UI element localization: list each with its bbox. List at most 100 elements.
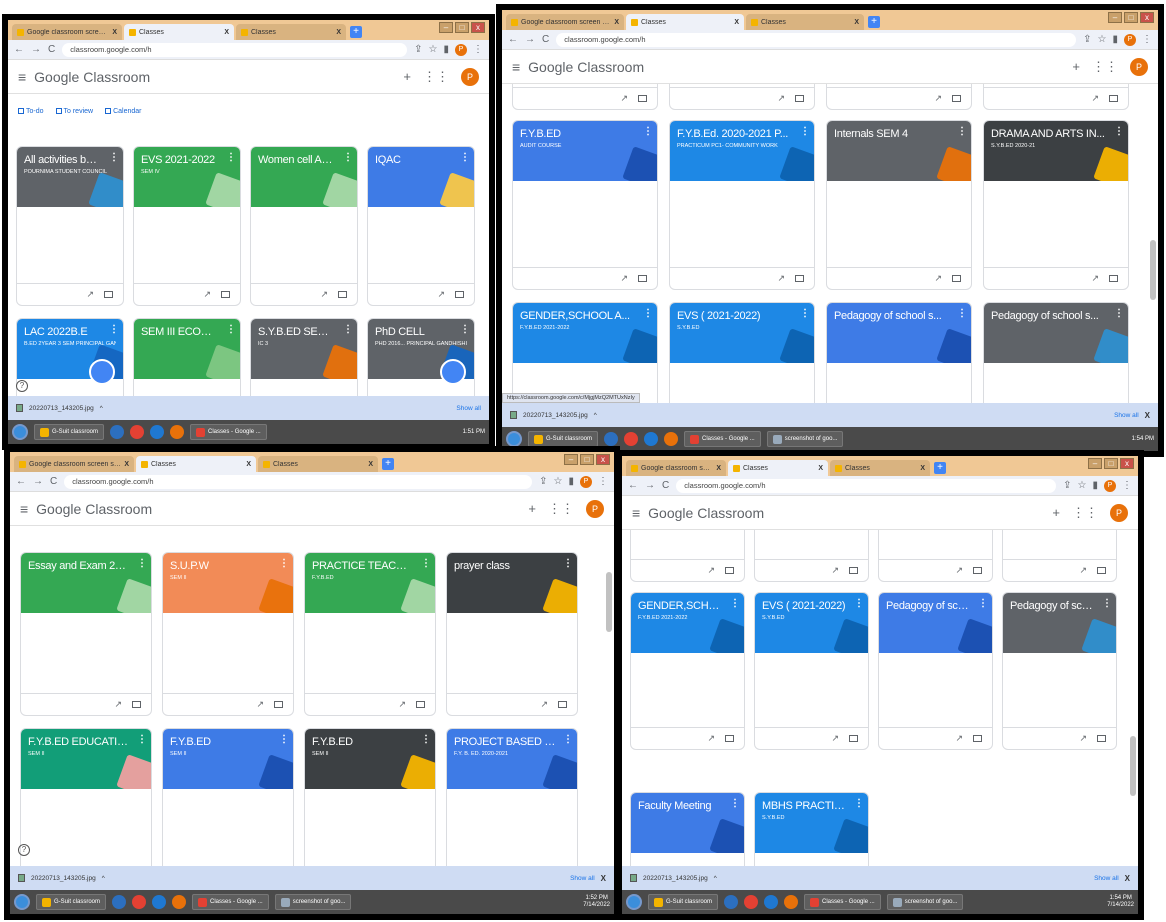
class-card[interactable]: Pedagogy of school s...⋮ ↗ [878, 592, 993, 750]
trend-icon[interactable]: ↗ [955, 733, 963, 744]
trend-icon[interactable]: ↗ [707, 733, 715, 744]
class-card-header[interactable]: EVS ( 2021-2022) S.Y.B.ED ⋮ [670, 303, 814, 363]
apps-grid-icon[interactable]: ⋮⋮ [423, 69, 449, 85]
class-card[interactable]: Essay and Exam 2021... ⋮ ↗ [20, 552, 152, 716]
more-options-icon[interactable]: ⋮ [460, 324, 470, 335]
class-card[interactable]: GENDER,SCHOOL A...F.Y.B.ED 2021-2022⋮ ↗ [630, 592, 745, 750]
more-options-icon[interactable]: ⋮ [957, 126, 967, 137]
tab-classes-2[interactable]: Classes X [258, 456, 378, 472]
taskbar-screenshot-window[interactable]: screenshot of goo... [274, 894, 352, 910]
class-title[interactable]: GENDER,SCHOOL A... [520, 310, 650, 322]
tab-close-icon[interactable]: X [716, 465, 721, 472]
folder-icon[interactable] [558, 701, 567, 708]
class-title[interactable]: F.Y.B.ED [312, 736, 428, 748]
folder-icon[interactable] [638, 95, 647, 102]
vertical-scrollbar[interactable] [1130, 736, 1136, 796]
class-card[interactable]: F.Y.B.ED EDUCATION...SEM II⋮↗ [20, 728, 152, 866]
chrome-icon[interactable] [130, 425, 145, 439]
folder-icon[interactable] [973, 567, 982, 574]
folder-icon[interactable] [455, 291, 464, 298]
class-card-header[interactable]: Pedagogy of school s... ⋮ [1003, 593, 1116, 653]
folder-icon[interactable] [1109, 275, 1118, 282]
trend-icon[interactable]: ↗ [437, 289, 445, 300]
more-options-icon[interactable]: ⋮ [730, 598, 740, 609]
show-all-link[interactable]: Show all [456, 405, 481, 412]
ie-icon[interactable] [150, 425, 165, 439]
class-card-header[interactable]: F.Y.B.ED EDUCATION... SEM II ⋮ [21, 729, 151, 789]
download-filename[interactable]: 20220713_143205.jpg [523, 412, 588, 419]
account-avatar[interactable]: P [586, 499, 604, 518]
class-title[interactable]: F.Y.B.ED EDUCATION... [28, 736, 144, 748]
forward-icon[interactable]: → [33, 476, 43, 487]
folder-icon[interactable] [104, 291, 113, 298]
class-title[interactable]: Pedagogy of school s... [991, 310, 1121, 322]
more-options-icon[interactable]: ⋮ [563, 734, 573, 745]
show-all-link[interactable]: Show all [1094, 875, 1119, 882]
more-options-icon[interactable]: ⋮ [137, 558, 147, 569]
class-title[interactable]: Pedagogy of school s... [886, 600, 985, 612]
class-card-header[interactable]: DRAMA AND ARTS IN... S.Y.B.ED 2020-21 ⋮ [984, 121, 1128, 181]
maximize-icon[interactable]: □ [580, 454, 594, 465]
nav-todo[interactable]: To-do [18, 108, 44, 115]
minimize-icon[interactable]: – [1108, 12, 1122, 23]
trend-icon[interactable]: ↗ [320, 289, 328, 300]
tab-classes-2[interactable]: Classes X [746, 14, 864, 30]
class-title[interactable]: PhD CELL [375, 326, 467, 338]
class-card[interactable]: PROJECT BASED CO... F.Y. B. Ed. 2020-2021… [446, 728, 578, 866]
classroom-logo[interactable]: Google Classroom [648, 505, 764, 521]
class-card-header[interactable]: Internals SEM 4 ⋮ [827, 121, 971, 181]
classroom-logo[interactable]: Google Classroom [36, 501, 152, 517]
class-card-header[interactable]: MBHS PRACTICE TEA...S.Y.B.ED⋮ [755, 793, 868, 853]
close-window-icon[interactable]: x [596, 454, 610, 465]
download-options-icon[interactable]: ^ [100, 405, 103, 412]
class-title[interactable]: EVS ( 2021-2022) [677, 310, 807, 322]
add-class-icon[interactable]: + [1052, 505, 1060, 520]
url-field[interactable]: classroom.google.com/h [64, 474, 533, 489]
class-card[interactable]: F.Y.B.Ed. 2020-2021 P... PRACTICUM PC1- C… [669, 120, 815, 290]
class-card[interactable]: EVS ( 2021-2022)S.Y.B.ED⋮↗ [669, 302, 815, 403]
tab-screenshots[interactable]: Google classroom screen shotsX [626, 460, 726, 476]
menu-icon[interactable]: ⋮ [473, 44, 483, 55]
class-card-header[interactable]: Women cell Activities ⋮ [251, 147, 357, 207]
more-options-icon[interactable]: ⋮ [563, 558, 573, 569]
more-options-icon[interactable]: ⋮ [730, 798, 740, 809]
tab-close-icon[interactable]: X [224, 29, 229, 36]
class-card[interactable]: SEM III ECONOMICS⋮↗ [133, 318, 241, 396]
hamburger-menu-icon[interactable]: ≡ [632, 505, 640, 521]
taskbar-screenshot-window[interactable]: screenshot of goo... [766, 431, 844, 447]
media-player-icon[interactable] [112, 895, 127, 909]
menu-icon[interactable]: ⋮ [598, 476, 608, 487]
more-options-icon[interactable]: ⋮ [643, 126, 653, 137]
class-card[interactable]: Internals SEM 4 ⋮ ↗ [826, 120, 972, 290]
new-tab-button[interactable]: + [382, 458, 394, 470]
class-card[interactable]: prayer class ⋮ ↗ [446, 552, 578, 716]
vertical-scrollbar[interactable] [1150, 240, 1156, 300]
share-icon[interactable]: ⇪ [539, 476, 547, 487]
class-card-header[interactable]: Pedagogy of school s... ⋮ [879, 593, 992, 653]
class-card-header[interactable]: PRACTICE TEACHING F.Y.B.ED ⋮ [305, 553, 435, 613]
tab-screenshots[interactable]: Google classroom screen shotsX [14, 456, 134, 472]
account-avatar[interactable]: P [461, 67, 479, 86]
class-title[interactable]: Faculty Meeting [638, 800, 737, 812]
class-card-header[interactable]: S.U.P.W SEM II ⋮ [163, 553, 293, 613]
class-card-header[interactable]: Faculty Meeting ⋮ [631, 793, 744, 853]
folder-icon[interactable] [725, 735, 734, 742]
taskbar-chrome-window[interactable]: Classes - Google ... [190, 424, 267, 440]
class-title[interactable]: IQAC [375, 154, 467, 166]
tab-classes[interactable]: Classes X [728, 460, 828, 476]
sidepanel-icon[interactable]: ▮ [1092, 480, 1098, 491]
class-card-header[interactable]: EVS ( 2021-2022) S.Y.B.ED ⋮ [755, 593, 868, 653]
trend-icon[interactable]: ↗ [934, 273, 942, 284]
start-button-icon[interactable] [12, 424, 28, 440]
trend-icon[interactable]: ↗ [777, 273, 785, 284]
trend-icon[interactable]: ↗ [86, 289, 94, 300]
download-filename[interactable]: 20220713_143205.jpg [31, 875, 96, 882]
trend-icon[interactable]: ↗ [831, 733, 839, 744]
trend-icon[interactable]: ↗ [398, 699, 406, 710]
folder-icon[interactable] [1097, 567, 1106, 574]
class-card[interactable]: Women cell Activities ⋮ ↗ [250, 146, 358, 306]
nav-calendar[interactable]: Calendar [105, 108, 142, 115]
media-player-icon[interactable] [724, 895, 739, 909]
minimize-icon[interactable]: – [564, 454, 578, 465]
more-options-icon[interactable]: ⋮ [460, 152, 470, 163]
